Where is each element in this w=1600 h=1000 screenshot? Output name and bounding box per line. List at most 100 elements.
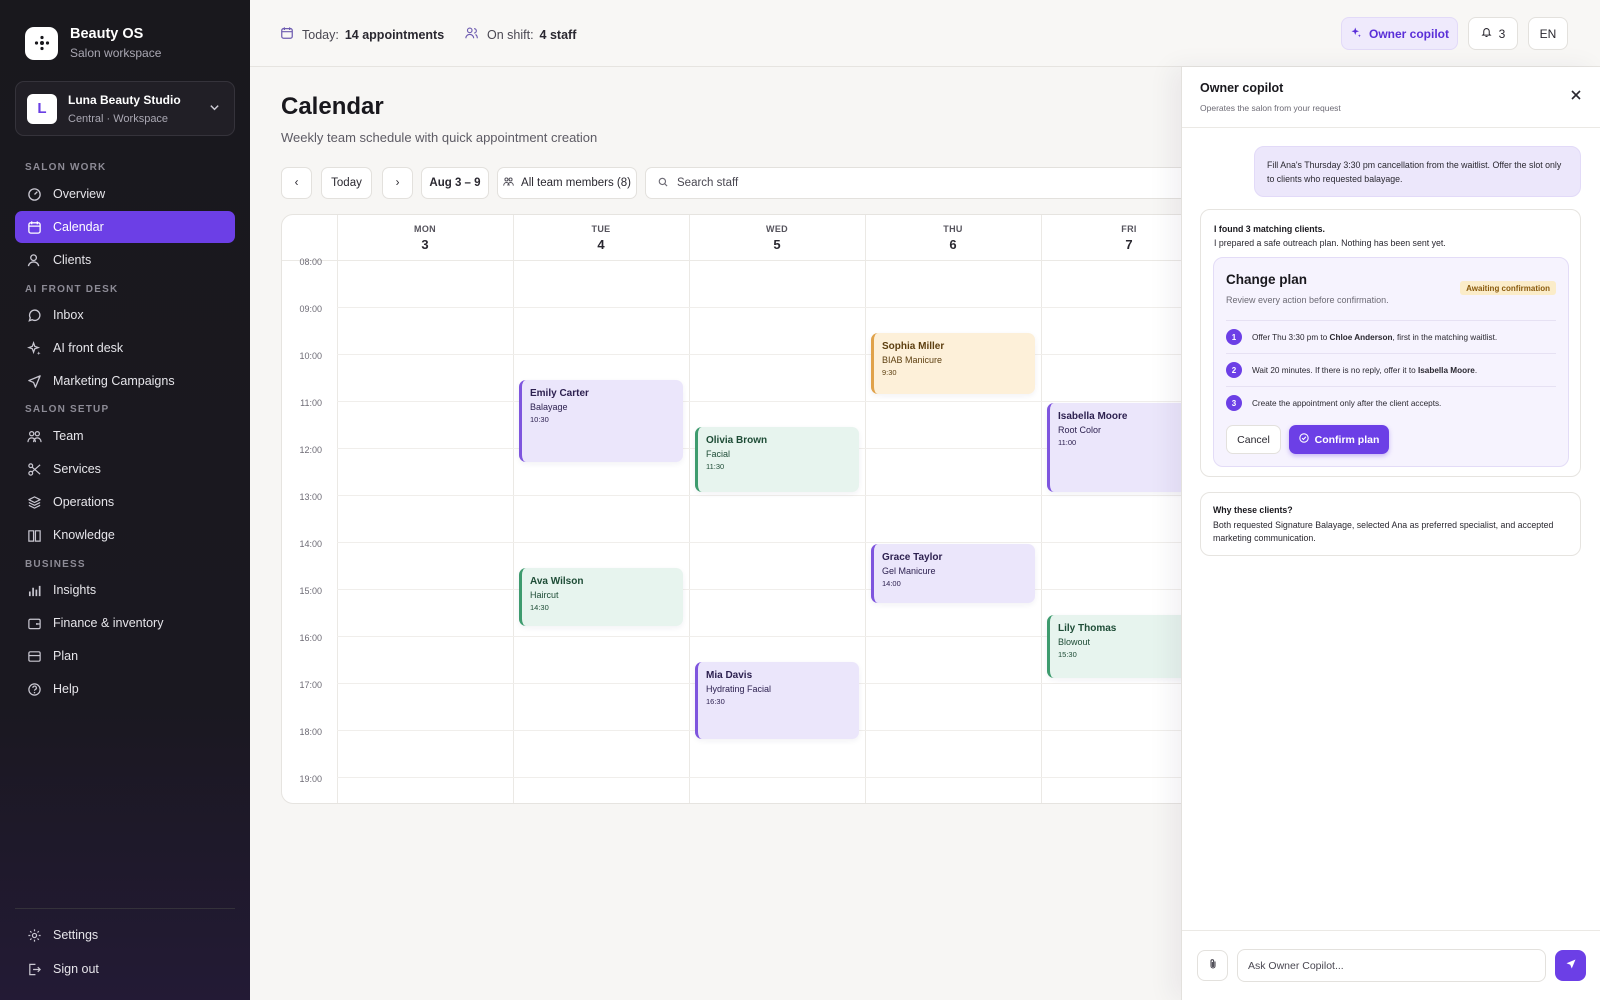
hour-gridline bbox=[337, 307, 1200, 308]
appointment-card[interactable]: Isabella Moore Root Color 11:00 bbox=[1047, 403, 1200, 493]
day-column-divider bbox=[1041, 215, 1042, 803]
appointment-time: 11:30 bbox=[706, 461, 725, 471]
hour-label: 11:00 bbox=[300, 398, 322, 408]
composer-divider bbox=[1182, 930, 1600, 931]
day-date: 5 bbox=[773, 237, 781, 252]
status-badge: Awaiting confirmation bbox=[1460, 281, 1556, 295]
appointment-card[interactable]: Lily Thomas Blowout 15:30 bbox=[1047, 614, 1200, 678]
team-icon bbox=[503, 176, 514, 190]
workspace-location: Central · Workspace bbox=[68, 112, 169, 125]
notifications-button[interactable]: 3 bbox=[1468, 17, 1518, 50]
next-week-button[interactable]: › bbox=[382, 167, 413, 199]
sparkles-icon bbox=[26, 340, 42, 356]
appointment-client: Lily Thomas bbox=[1058, 622, 1117, 634]
hour-gridline bbox=[337, 495, 1200, 496]
appointment-card[interactable]: Olivia Brown Facial 11:30 bbox=[695, 426, 859, 493]
cancel-button[interactable]: Cancel bbox=[1226, 425, 1281, 454]
reply-text: I prepared a safe outreach plan. Nothing… bbox=[1214, 238, 1446, 248]
today-label: Today: bbox=[302, 27, 339, 42]
appointment-service: Blowout bbox=[1058, 636, 1091, 647]
owner-copilot-panel: Owner copilot Operates the salon from yo… bbox=[1181, 67, 1600, 1000]
hour-gridline bbox=[337, 354, 1200, 355]
sidebar-item-label: Overview bbox=[53, 187, 106, 201]
hour-label: 13:00 bbox=[299, 492, 322, 502]
day-name: MON bbox=[414, 224, 436, 234]
bar-chart-icon bbox=[26, 582, 42, 598]
day-header: MON 3 bbox=[337, 215, 513, 261]
sidebar-item-clients[interactable]: Clients bbox=[15, 244, 235, 276]
hour-label: 16:00 bbox=[299, 633, 322, 643]
chat-icon bbox=[26, 307, 42, 323]
previous-week-button[interactable]: ‹ bbox=[281, 167, 312, 199]
ask-copilot-input[interactable] bbox=[1237, 949, 1546, 982]
today-button[interactable]: Today bbox=[321, 167, 372, 199]
page-title: Calendar bbox=[281, 93, 384, 120]
calendar-icon bbox=[280, 26, 294, 43]
day-header: WED 5 bbox=[689, 215, 865, 261]
appointment-time: 10:30 bbox=[530, 414, 549, 424]
panel-title: Owner copilot bbox=[1200, 81, 1284, 95]
appointment-service: Balayage bbox=[530, 401, 568, 412]
sidebar-item-calendar[interactable]: Calendar bbox=[15, 211, 235, 243]
appointment-card[interactable]: Grace Taylor Gel Manicure 14:00 bbox=[871, 544, 1035, 603]
appointment-time: 16:30 bbox=[706, 696, 725, 706]
day-name: WED bbox=[766, 224, 788, 234]
send-button[interactable] bbox=[1555, 950, 1586, 981]
sidebar-item-overview[interactable]: Overview bbox=[15, 178, 235, 210]
team-icon bbox=[464, 26, 479, 43]
appointment-service: Gel Manicure bbox=[882, 566, 936, 576]
step-text: Wait 20 minutes. If there is no reply, o… bbox=[1252, 365, 1478, 375]
card-icon bbox=[26, 648, 42, 664]
attach-button[interactable] bbox=[1197, 950, 1228, 981]
day-date: 7 bbox=[1125, 237, 1133, 252]
sidebar-item-services[interactable]: Services bbox=[15, 453, 235, 485]
page-subtitle: Weekly team schedule with quick appointm… bbox=[281, 130, 598, 145]
language-switcher[interactable]: EN bbox=[1528, 17, 1568, 50]
owner-copilot-button[interactable]: Owner copilot bbox=[1341, 17, 1458, 50]
sidebar-item-knowledge[interactable]: Knowledge bbox=[15, 519, 235, 551]
sidebar-item-finance-inventory[interactable]: Finance & inventory bbox=[15, 607, 235, 639]
plan-subtitle: Review every action before confirmation. bbox=[1226, 295, 1389, 305]
day-column-divider bbox=[337, 215, 338, 803]
appointment-service: Facial bbox=[706, 448, 731, 459]
sidebar-item-inbox[interactable]: Inbox bbox=[15, 299, 235, 331]
confirm-plan-button[interactable]: Confirm plan bbox=[1289, 425, 1389, 454]
date-range-button[interactable]: Aug 3 – 9 bbox=[421, 167, 489, 199]
sidebar-item-plan[interactable]: Plan bbox=[15, 640, 235, 672]
sidebar-item-sign-out[interactable]: Sign out bbox=[15, 953, 235, 985]
sidebar-item-label: Sign out bbox=[53, 962, 99, 976]
appointment-card[interactable]: Emily Carter Balayage 10:30 bbox=[519, 379, 683, 462]
workspace-name: Luna Beauty Studio bbox=[68, 92, 181, 107]
appointment-card[interactable]: Ava Wilson Haircut 14:30 bbox=[519, 567, 683, 627]
sidebar-item-label: Settings bbox=[53, 928, 99, 942]
panel-divider bbox=[1182, 127, 1600, 128]
sidebar-item-label: Marketing Campaigns bbox=[53, 374, 175, 388]
assistant-reply: I found 3 matching clients. I prepared a… bbox=[1200, 209, 1581, 477]
brand: Beauty OS Salon workspace bbox=[25, 26, 161, 60]
confirm-plan-label: Confirm plan bbox=[1314, 433, 1380, 446]
workspace-switcher[interactable]: L Luna Beauty Studio Central · Workspace bbox=[15, 81, 235, 136]
appointment-card[interactable]: Sophia Miller BIAB Manicure 9:30 bbox=[871, 332, 1035, 394]
sidebar-item-team[interactable]: Team bbox=[15, 420, 235, 452]
step-number: 2 bbox=[1226, 362, 1242, 378]
sidebar-item-label: Inbox bbox=[53, 308, 84, 322]
sidebar-item-label: Calendar bbox=[53, 220, 104, 234]
search-staff-input[interactable]: Search staff bbox=[645, 167, 1205, 199]
send-icon bbox=[1565, 958, 1577, 973]
book-icon bbox=[26, 527, 42, 543]
sidebar-item-settings[interactable]: Settings bbox=[15, 919, 235, 951]
team-filter-button[interactable]: All team members (8) bbox=[497, 167, 637, 199]
week-calendar: MON 3 TUE 4 WED 5 THU 6 FRI 7 08:00 09:00 10:00 11:0… bbox=[281, 214, 1201, 804]
sidebar-item-ai-front-desk[interactable]: AI front desk bbox=[15, 332, 235, 364]
hour-label: 09:00 bbox=[299, 304, 322, 314]
close-icon[interactable] bbox=[1570, 88, 1582, 106]
sidebar-item-insights[interactable]: Insights bbox=[15, 574, 235, 606]
sidebar-item-operations[interactable]: Operations bbox=[15, 486, 235, 518]
day-column-divider bbox=[865, 215, 866, 803]
appointment-card[interactable]: Mia Davis Hydrating Facial 16:30 bbox=[695, 661, 859, 740]
sidebar-item-marketing-campaigns[interactable]: Marketing Campaigns bbox=[15, 365, 235, 397]
top-bar: Today: 14 appointments On shift: 4 staff… bbox=[250, 0, 1600, 67]
sidebar-item-help[interactable]: Help bbox=[15, 673, 235, 705]
help-icon bbox=[26, 681, 42, 697]
scissors-icon bbox=[26, 461, 42, 477]
